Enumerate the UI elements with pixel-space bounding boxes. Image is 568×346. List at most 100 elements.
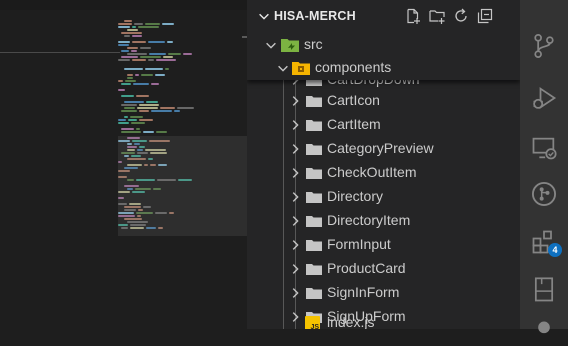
minimap-line: [167, 41, 173, 43]
minimap-line: [156, 59, 176, 61]
chevron-down-icon: [278, 65, 288, 72]
minimap-line: [143, 131, 154, 133]
minimap-line: [131, 50, 137, 52]
minimap-line: [139, 119, 153, 121]
minimap-line: [118, 44, 129, 46]
run-debug-icon[interactable]: [530, 84, 558, 112]
minimap-line: [177, 107, 194, 109]
minimap-line: [148, 59, 154, 61]
minimap-line: [145, 23, 160, 25]
minimap-line: [139, 104, 159, 106]
minimap-line: [121, 32, 142, 34]
minimap-line: [124, 35, 130, 37]
source-control-icon[interactable]: [530, 32, 558, 60]
minimap-line: [121, 83, 131, 85]
minimap-line: [134, 23, 143, 25]
minimap-line: [151, 110, 172, 112]
activity-bar: 4: [520, 0, 568, 334]
js-file-icon: JS: [305, 316, 320, 329]
tree-folder-checkoutitem[interactable]: CheckOutItem: [247, 161, 520, 185]
tree-folder-forminput[interactable]: FormInput: [247, 233, 520, 257]
minimap-line: [141, 74, 153, 76]
tree-folder-directory[interactable]: Directory: [247, 185, 520, 209]
minimap-line: [118, 80, 123, 82]
minimap-line: [124, 101, 144, 103]
tree-folder-cartitem[interactable]: CartItem: [247, 113, 520, 137]
chevron-right-icon: [292, 192, 299, 202]
tree-file-index-js[interactable]: JS index.js: [247, 311, 520, 329]
minimap-line: [118, 59, 130, 61]
remote-explorer-icon[interactable]: [530, 134, 558, 162]
folder-icon: [306, 216, 322, 227]
minimap-line: [121, 56, 138, 58]
minimap-line: [146, 101, 158, 103]
folder-icon: [306, 288, 322, 299]
minimap-line: [132, 59, 146, 61]
minimap-line: [133, 83, 149, 85]
chevron-right-icon: [292, 288, 299, 298]
bookmark-icon[interactable]: [530, 276, 558, 304]
tree-folder-carticon[interactable]: CartIcon: [247, 89, 520, 113]
minimap-line: [121, 131, 141, 133]
minimap-line: [174, 110, 180, 112]
minimap-line: [137, 107, 158, 109]
minimap-line: [168, 53, 181, 55]
folder-icon: [306, 168, 322, 179]
js-badge-text: JS: [310, 324, 319, 329]
minimap-line: [130, 116, 143, 118]
tree-folder-productcard[interactable]: ProductCard: [247, 257, 520, 281]
minimap-line: [118, 26, 130, 28]
minimap-line: [132, 35, 142, 37]
new-file-icon[interactable]: [405, 8, 421, 24]
minimap-slider[interactable]: [118, 136, 247, 236]
chevron-right-icon: [292, 240, 299, 250]
github-icon[interactable]: [530, 180, 558, 208]
tree-folder-label: CheckOutItem: [327, 164, 417, 180]
tree-folder-signinform[interactable]: SignInForm: [247, 281, 520, 305]
tree-folder-label: DirectoryItem: [327, 212, 411, 228]
editor-area[interactable]: [0, 0, 247, 329]
tree-folder-categorypreview[interactable]: CategoryPreview: [247, 137, 520, 161]
minimap-line: [151, 83, 159, 85]
tree-folder-label: SignInForm: [327, 284, 400, 300]
folder-icon: [306, 192, 322, 203]
chevron-right-icon: [292, 264, 299, 274]
folder-icon: [306, 264, 322, 275]
tree-folder-src[interactable]: src: [247, 33, 520, 57]
minimap-line: [118, 23, 132, 25]
tree-folder-label: Directory: [327, 188, 384, 204]
minimap-line: [136, 95, 149, 97]
minimap-line: [163, 56, 173, 58]
folder-icon: [306, 96, 322, 107]
tree-folder-components[interactable]: components: [247, 56, 520, 80]
collapse-all-icon[interactable]: [477, 8, 493, 24]
minimap-line: [155, 74, 165, 76]
minimap-line: [183, 53, 192, 55]
minimap-line: [131, 122, 145, 124]
chevron-right-icon: [292, 216, 299, 226]
folder-icon: [306, 120, 322, 131]
minimap-line: [145, 68, 163, 70]
minimap-line: [121, 128, 134, 130]
tree-folder-label: src: [304, 36, 323, 52]
chevron-down-icon[interactable]: [257, 9, 271, 23]
tree-folder-label: components: [315, 59, 392, 75]
account-icon[interactable]: [530, 318, 558, 346]
minimap-line: [138, 26, 159, 28]
chevron-right-icon: [292, 96, 299, 106]
minimap-line: [140, 47, 151, 49]
chevron-right-icon: [292, 120, 299, 130]
refresh-icon[interactable]: [453, 8, 469, 24]
minimap-line: [136, 128, 140, 130]
tree-folder-label: ProductCard: [327, 260, 406, 276]
tree-folder-label: CartIcon: [327, 92, 380, 108]
explorer-section-header[interactable]: HISA-MERCH: [247, 0, 520, 32]
minimap-line: [124, 107, 135, 109]
minimap-line: [127, 53, 147, 55]
minimap-line: [118, 89, 125, 91]
minimap-line: [121, 95, 134, 97]
tree-folder-directoryitem[interactable]: DirectoryItem: [247, 209, 520, 233]
components-folder-icon: [292, 62, 310, 75]
new-folder-icon[interactable]: [429, 8, 445, 24]
minimap-line: [127, 47, 138, 49]
